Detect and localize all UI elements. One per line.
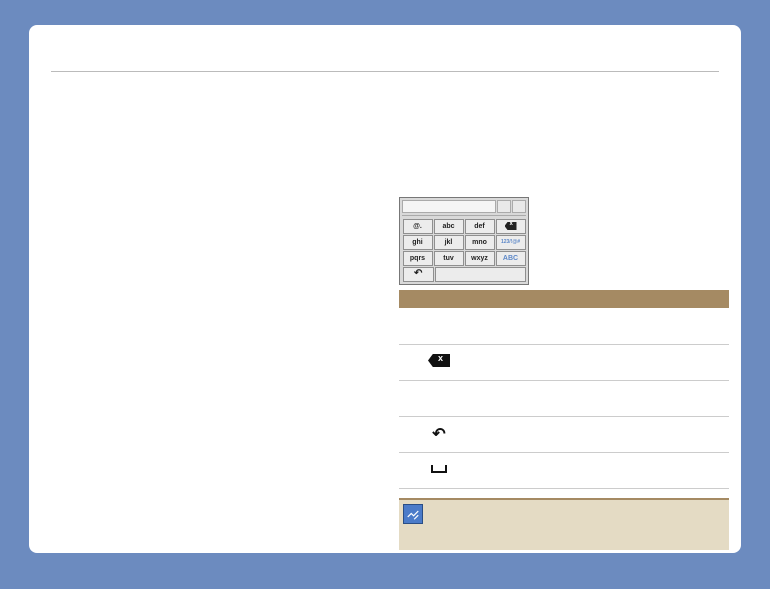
row-5-desc xyxy=(479,452,729,488)
undo-icon: ↶ xyxy=(414,269,422,279)
key-space xyxy=(435,267,526,282)
row-1-icon xyxy=(399,308,479,344)
key-at: @. xyxy=(403,219,433,234)
page-title xyxy=(51,45,719,67)
key-def: def xyxy=(465,219,495,234)
row-1-desc xyxy=(479,308,729,344)
space-icon xyxy=(431,465,447,473)
key-wxyz: wxyz xyxy=(465,251,495,266)
key-mode-caps: ABC xyxy=(496,251,526,266)
table-row xyxy=(399,308,729,344)
row-3-icon xyxy=(399,380,479,416)
key-backspace xyxy=(496,219,526,234)
undo-icon: ↶ xyxy=(432,426,445,443)
key-tuv: tuv xyxy=(434,251,464,266)
row-2-icon xyxy=(399,344,479,380)
keypad-input-field xyxy=(402,200,496,213)
keypad-display xyxy=(402,200,526,213)
section-label xyxy=(51,78,719,92)
key-jkl: jkl xyxy=(434,235,464,250)
backspace-icon xyxy=(428,354,450,367)
page: @. abc def ghi jkl mno 123/!@# pqrs tuv … xyxy=(29,25,741,553)
keypad-display-btn-1 xyxy=(497,200,511,213)
table-row xyxy=(399,380,729,416)
button-reference-table: ↶ xyxy=(399,290,729,489)
row-4-icon: ↶ xyxy=(399,416,479,452)
row-5-icon xyxy=(399,452,479,488)
row-2-desc xyxy=(479,344,729,380)
table-row: ↶ xyxy=(399,416,729,452)
key-undo: ↶ xyxy=(403,267,435,282)
col-button xyxy=(399,290,479,308)
key-abc: abc xyxy=(434,219,464,234)
table-row xyxy=(399,452,729,488)
table-row xyxy=(399,344,729,380)
key-pqrs: pqrs xyxy=(403,251,433,266)
backspace-icon xyxy=(505,222,517,230)
row-3-desc xyxy=(479,380,729,416)
keypad-grid: @. abc def ghi jkl mno 123/!@# pqrs tuv … xyxy=(402,215,526,282)
key-ghi: ghi xyxy=(403,235,433,250)
note-bar xyxy=(399,498,729,550)
key-mno: mno xyxy=(465,235,495,250)
note-icon xyxy=(403,504,423,524)
keypad-display-btn-2 xyxy=(512,200,526,213)
key-mode-numsym: 123/!@# xyxy=(496,235,526,250)
row-4-desc xyxy=(479,416,729,452)
soft-keypad: @. abc def ghi jkl mno 123/!@# pqrs tuv … xyxy=(399,197,529,285)
col-description xyxy=(479,290,729,308)
divider xyxy=(51,71,719,72)
